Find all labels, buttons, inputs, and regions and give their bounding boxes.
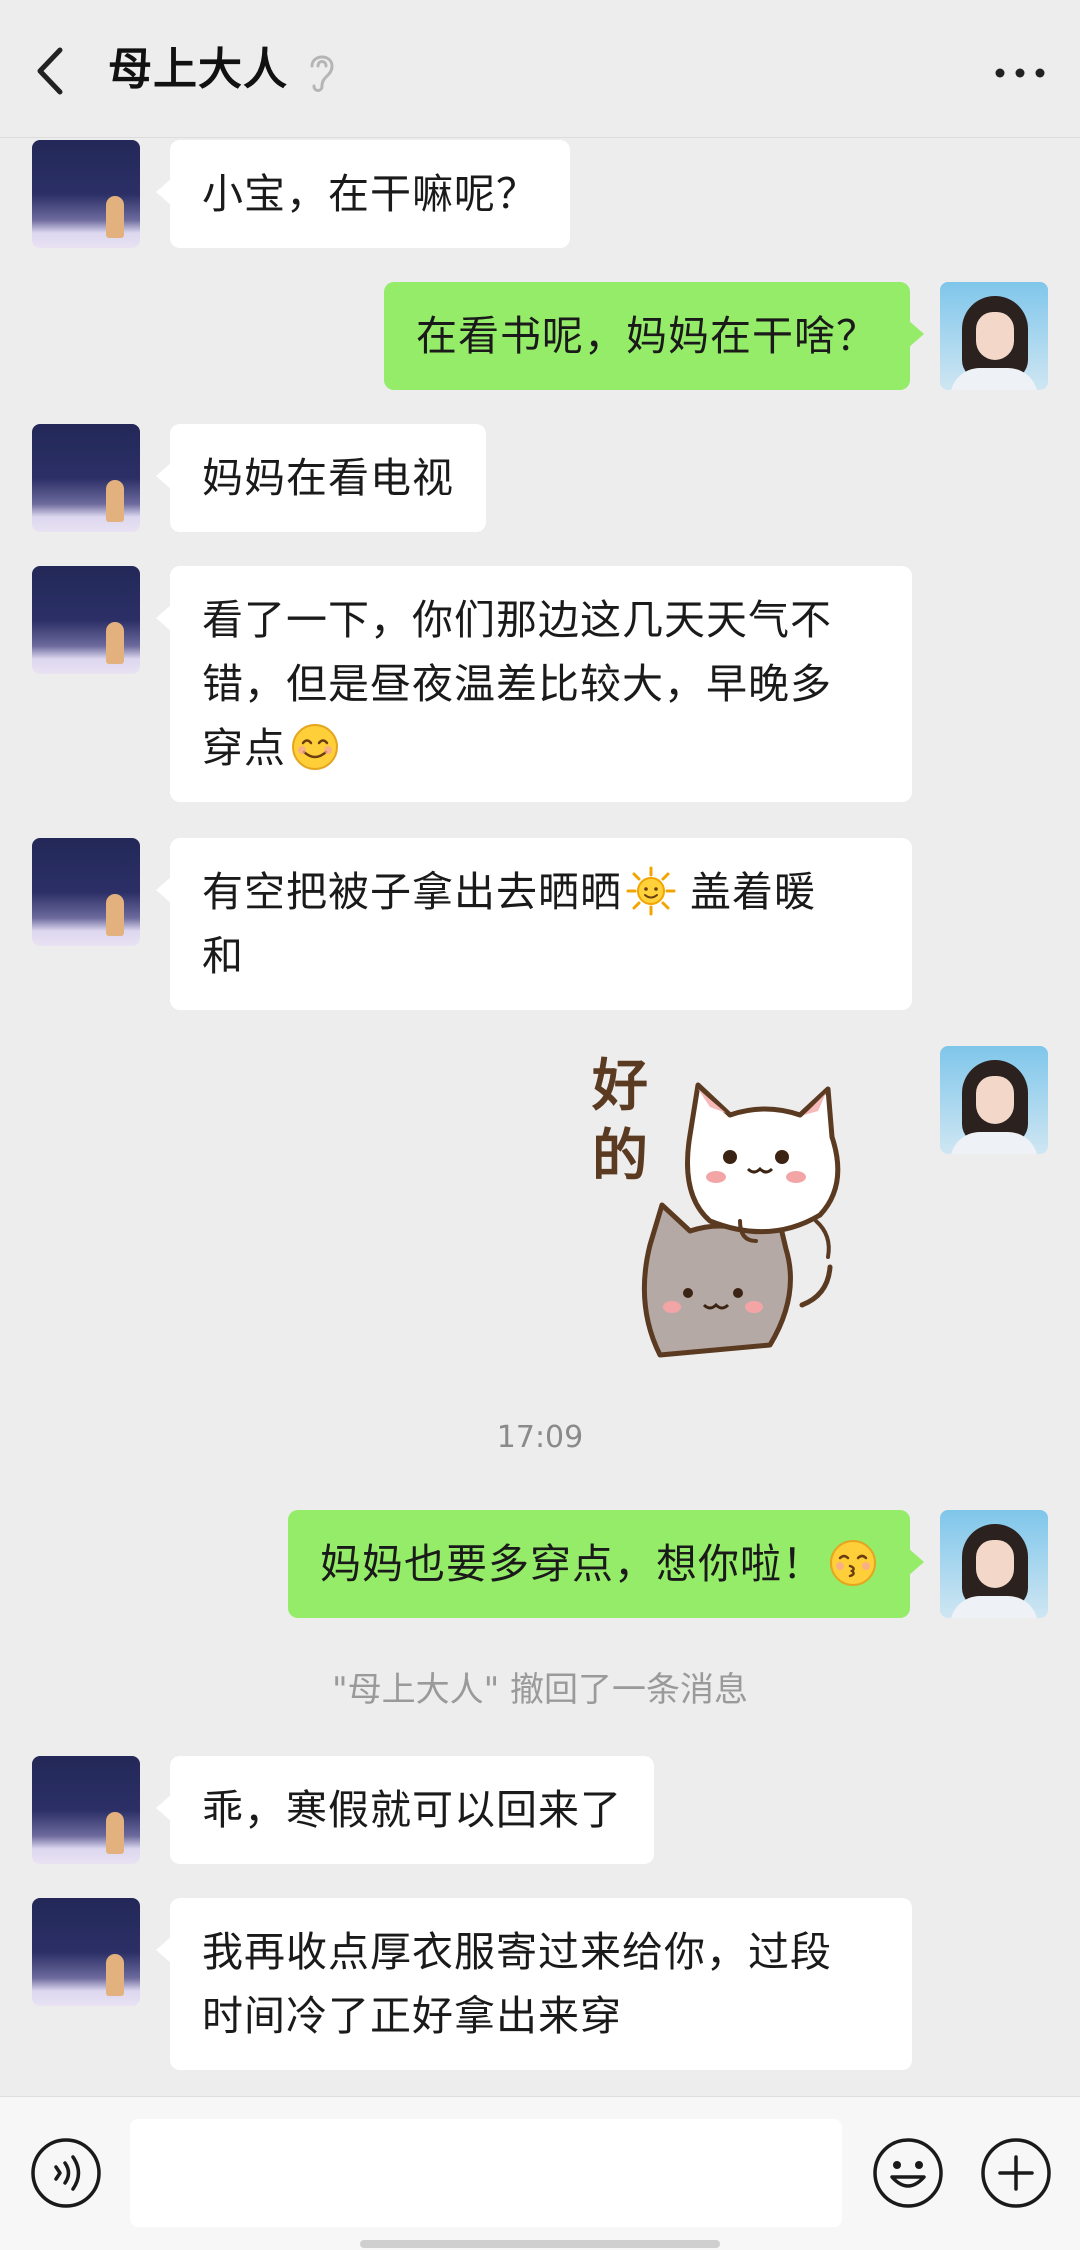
timestamp: 17:09 — [496, 1420, 584, 1455]
message-text: 看了一下，你们那边这几天天气不 — [202, 596, 832, 644]
message-text: 我再收点厚衣服寄过来给你，过段 — [202, 1928, 832, 1976]
message-text: 乖，寒假就可以回来了 — [202, 1786, 622, 1834]
message-text: 妈妈也要多穿点，想你啦！ — [320, 1540, 824, 1588]
message-bubble[interactable]: 看了一下，你们那边这几天天气不 错，但是昼夜温差比较大，早晚多 穿点 — [156, 566, 912, 802]
message-bubble[interactable]: 我再收点厚衣服寄过来给你，过段 时间冷了正好拿出来穿 — [156, 1898, 912, 2070]
ear-mute-icon — [310, 55, 334, 92]
message-bubble[interactable]: 有空把被子拿出去晒晒 盖着暖 和 — [156, 838, 912, 1010]
more-dots-icon[interactable] — [990, 58, 1050, 88]
contact-avatar[interactable] — [32, 140, 140, 248]
message-text: 有空把被子拿出去晒晒 — [202, 868, 622, 916]
kissing-face-emoji-icon — [830, 1540, 876, 1586]
plus-icon[interactable] — [980, 2137, 1052, 2209]
message-text: 盖着暖 — [676, 868, 817, 916]
contact-avatar[interactable] — [32, 838, 140, 946]
message-bubble[interactable]: 小宝，在干嘛呢？ — [156, 140, 570, 248]
my-avatar[interactable] — [940, 1510, 1048, 1618]
emoji-icon[interactable] — [872, 2137, 944, 2209]
contact-avatar[interactable] — [32, 1898, 140, 2006]
contact-avatar[interactable] — [32, 566, 140, 674]
message-text: 和 — [202, 932, 244, 980]
contact-avatar[interactable] — [32, 424, 140, 532]
message-bubble[interactable]: 在看书呢，妈妈在干啥？ — [384, 282, 924, 390]
message-text: 妈妈在看电视 — [202, 454, 454, 502]
smiling-face-emoji-icon — [292, 724, 338, 770]
sticker-text: 好 — [591, 1054, 648, 1119]
contact-avatar[interactable] — [32, 1756, 140, 1864]
my-avatar[interactable] — [940, 282, 1048, 390]
cat-sticker[interactable]: 好 的 — [580, 1045, 920, 1375]
my-avatar[interactable] — [940, 1046, 1048, 1154]
voice-icon[interactable] — [30, 2137, 102, 2209]
chat-header: 母上大人 — [0, 0, 1080, 138]
sticker-text: 的 — [592, 1124, 648, 1189]
message-text: 在看书呢，妈妈在干啥？ — [416, 312, 878, 360]
chat-title: 母上大人 — [108, 44, 288, 95]
message-input[interactable] — [130, 2119, 842, 2227]
message-text: 穿点 — [202, 724, 286, 772]
message-bubble[interactable]: 乖，寒假就可以回来了 — [156, 1756, 654, 1864]
home-indicator — [360, 2240, 720, 2248]
message-bubble[interactable]: 妈妈在看电视 — [156, 424, 486, 532]
message-text: 小宝，在干嘛呢？ — [202, 170, 538, 218]
sun-emoji-icon — [626, 866, 676, 916]
chevron-left-icon[interactable] — [28, 36, 78, 106]
message-text: 时间冷了正好拿出来穿 — [202, 1992, 622, 2040]
message-bubble[interactable]: 妈妈也要多穿点，想你啦！ — [288, 1510, 924, 1618]
recall-notice: "母上大人" 撤回了一条消息 — [331, 1670, 749, 1710]
input-bar — [0, 2096, 1080, 2250]
message-text: 错，但是昼夜温差比较大，早晚多 — [202, 660, 832, 708]
